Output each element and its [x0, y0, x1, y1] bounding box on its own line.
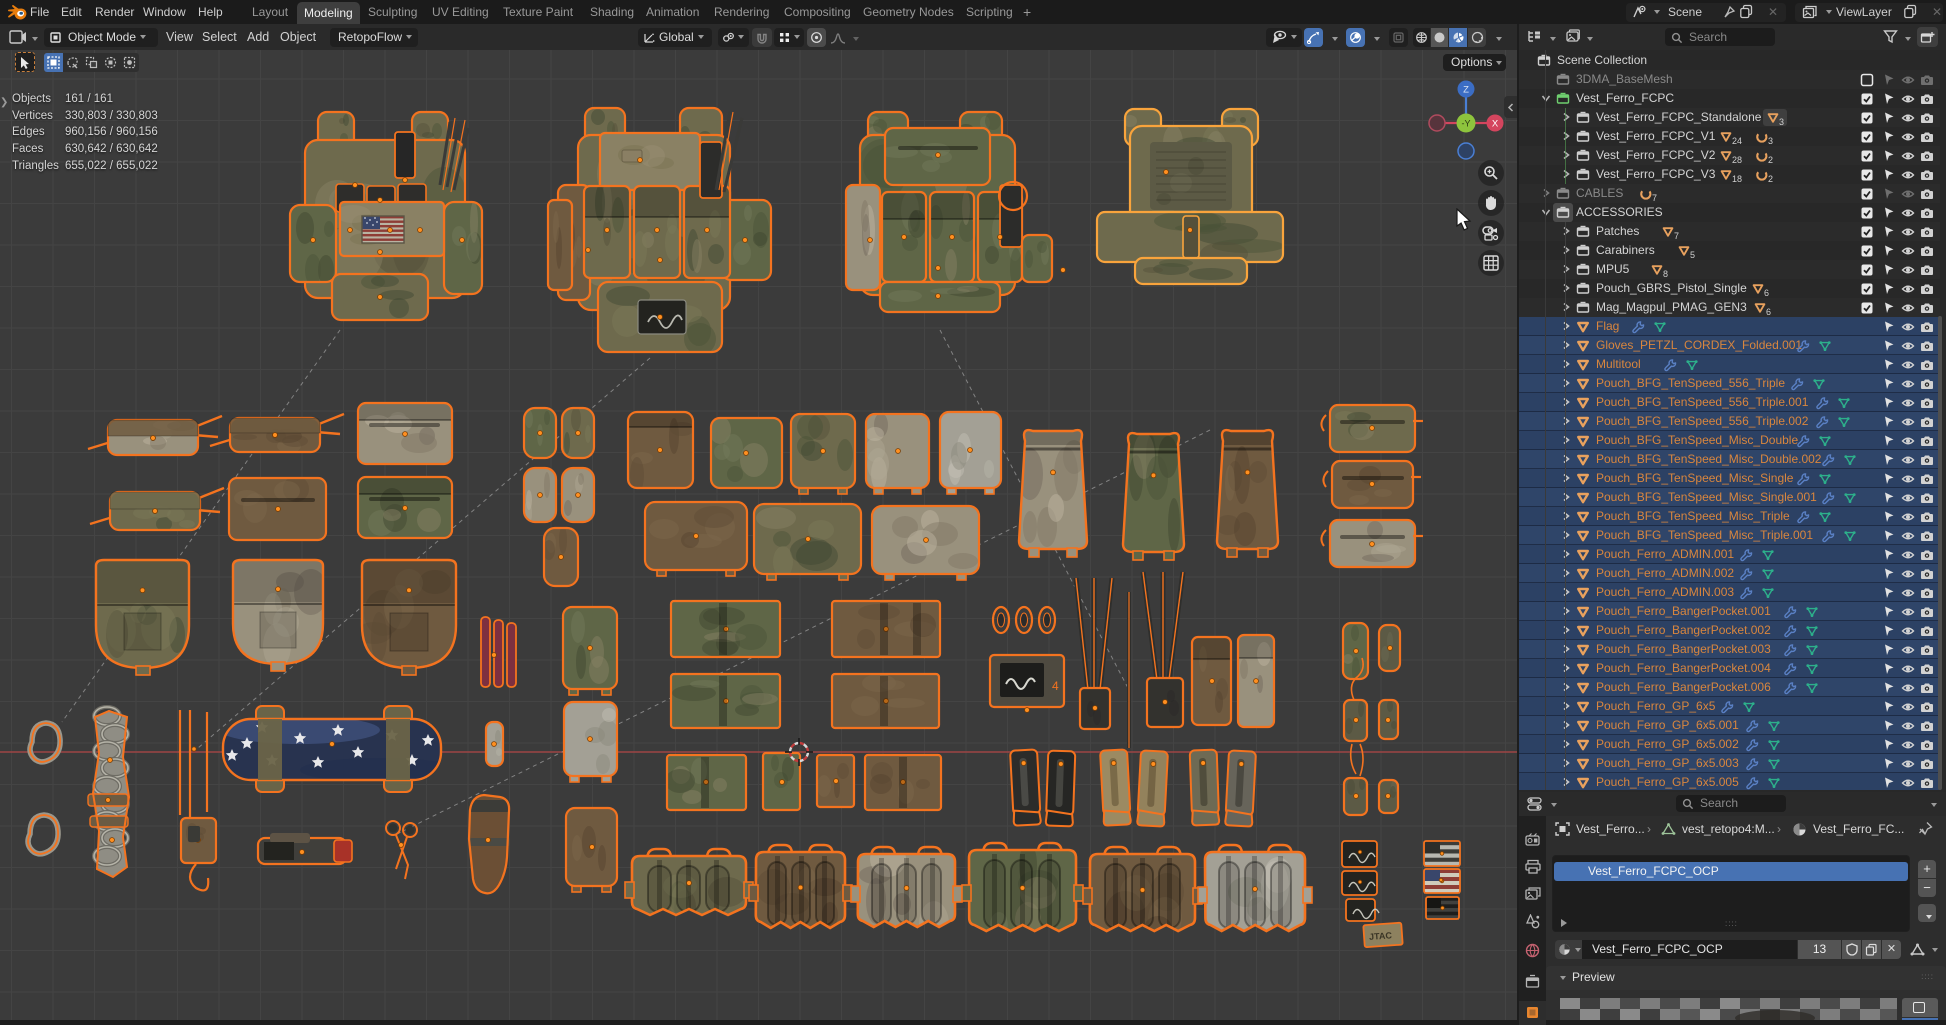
svg-text:4: 4: [1052, 679, 1059, 693]
svg-text:X: X: [1492, 119, 1499, 130]
svg-text:-Y: -Y: [1462, 119, 1471, 129]
svg-text:Z: Z: [1463, 85, 1469, 96]
svg-text:JTAC: JTAC: [1369, 930, 1393, 942]
